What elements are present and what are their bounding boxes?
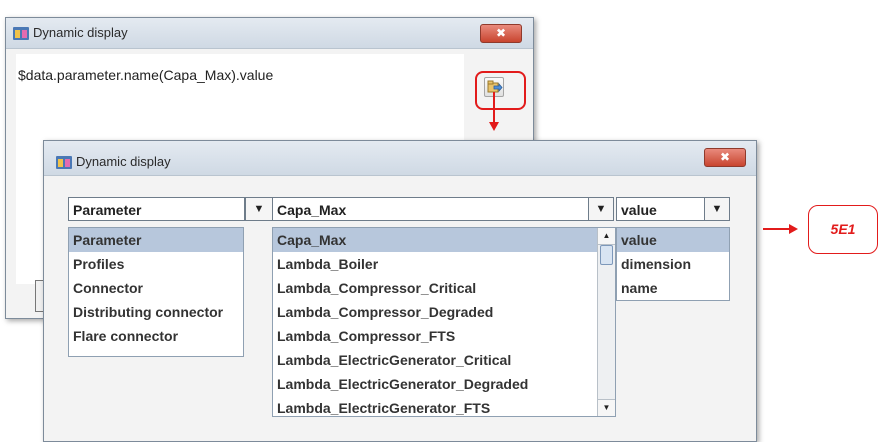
list-item[interactable]: Capa_Max bbox=[273, 228, 615, 252]
list-item[interactable]: Distributing connector bbox=[69, 300, 243, 324]
list-item[interactable]: Lambda_Compressor_Critical bbox=[273, 276, 615, 300]
category-dropdown-list[interactable]: Parameter Profiles Connector Distributin… bbox=[68, 227, 244, 357]
list-item[interactable]: Flare connector bbox=[69, 324, 243, 348]
app-icon bbox=[13, 27, 29, 40]
list-item[interactable]: Lambda_ElectricGenerator_Degraded bbox=[273, 372, 615, 396]
chevron-down-icon[interactable]: ▼ bbox=[704, 198, 729, 220]
close-button[interactable]: ✖ bbox=[480, 24, 522, 43]
window-title: Dynamic display bbox=[33, 25, 128, 40]
scroll-up-icon[interactable]: ▲ bbox=[598, 228, 615, 245]
list-item[interactable]: name bbox=[617, 276, 729, 300]
app-icon bbox=[56, 156, 72, 169]
callout-arrow-down bbox=[493, 92, 495, 124]
dynamic-display-window-picker: Dynamic display ✖ Parameter Capa_Max ▼ v… bbox=[43, 140, 757, 442]
list-item[interactable]: Profiles bbox=[69, 252, 243, 276]
title-bar[interactable]: Dynamic display ✖ bbox=[44, 141, 756, 176]
callout-arrowhead-right bbox=[789, 224, 798, 234]
list-item[interactable]: Parameter bbox=[69, 228, 243, 252]
window-title: Dynamic display bbox=[76, 154, 171, 169]
list-item[interactable]: Lambda_ElectricGenerator_Critical bbox=[273, 348, 615, 372]
property-dropdown-list[interactable]: value dimension name bbox=[616, 227, 730, 301]
callout-arrow-right bbox=[763, 228, 791, 230]
name-dropdown-list[interactable]: Capa_Max Lambda_Boiler Lambda_Compressor… bbox=[272, 227, 616, 417]
property-combo[interactable]: value ▼ bbox=[616, 197, 730, 221]
property-combo-value: value bbox=[621, 202, 657, 218]
name-combo[interactable]: Capa_Max ▼ bbox=[272, 197, 614, 221]
list-item[interactable]: Lambda_Compressor_Degraded bbox=[273, 300, 615, 324]
button-highlight-outline bbox=[475, 71, 526, 110]
vertical-scrollbar[interactable]: ▲ ▼ bbox=[597, 228, 615, 416]
list-item[interactable]: Lambda_Boiler bbox=[273, 252, 615, 276]
category-combo-arrow[interactable]: ▼ bbox=[244, 197, 272, 221]
list-item[interactable]: Lambda_Compressor_FTS bbox=[273, 324, 615, 348]
chevron-down-icon[interactable]: ▼ bbox=[588, 198, 613, 220]
scroll-thumb[interactable] bbox=[600, 245, 613, 265]
name-combo-value: Capa_Max bbox=[277, 202, 347, 218]
callout-label: 5E1 bbox=[830, 221, 856, 237]
list-item[interactable]: dimension bbox=[617, 252, 729, 276]
list-item[interactable]: value bbox=[617, 228, 729, 252]
expression-text: $data.parameter.name(Capa_Max).value bbox=[18, 67, 274, 83]
category-combo-value: Parameter bbox=[73, 202, 142, 218]
callout-arrowhead-down bbox=[489, 122, 499, 131]
callout-label-box: 5E1 bbox=[808, 205, 878, 254]
close-button[interactable]: ✖ bbox=[704, 148, 746, 167]
scroll-down-icon[interactable]: ▼ bbox=[598, 399, 615, 416]
list-item[interactable]: Connector bbox=[69, 276, 243, 300]
title-bar[interactable]: Dynamic display ✖ bbox=[6, 18, 533, 49]
chevron-down-icon[interactable]: ▼ bbox=[245, 198, 272, 220]
